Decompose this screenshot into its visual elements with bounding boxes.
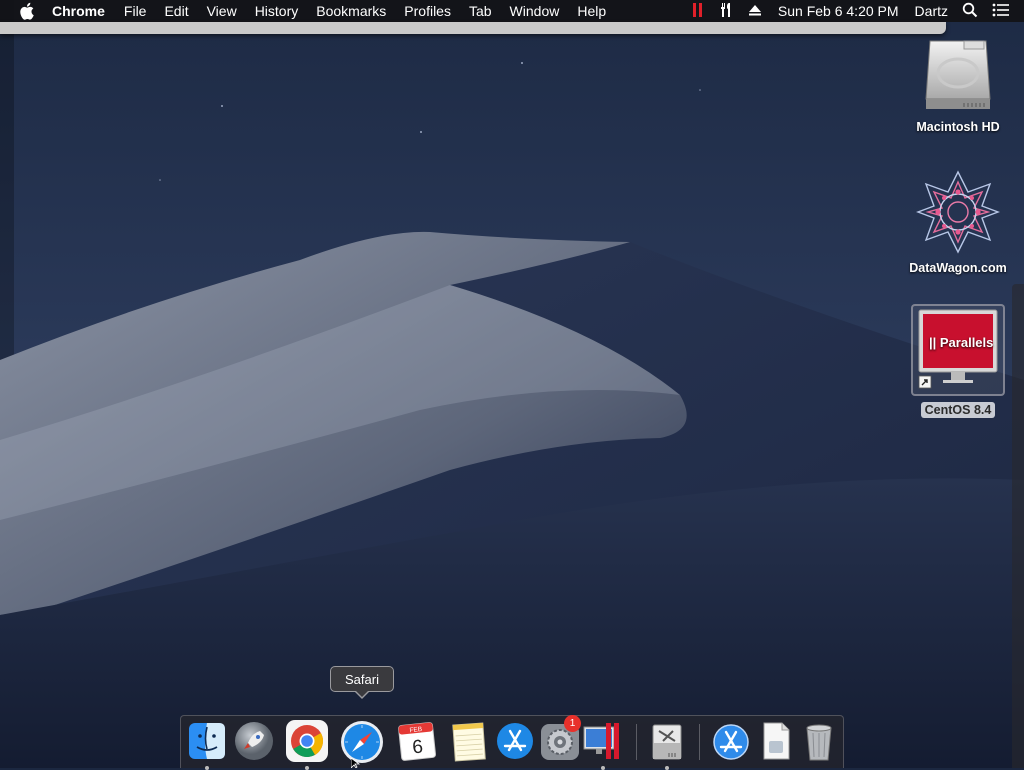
desktop-icon-datawagon[interactable]: DataWagon.com [903,170,1013,275]
alias-arrow-icon [918,375,932,389]
dock-item-finder[interactable] [185,719,229,770]
menu-file[interactable]: File [124,3,147,19]
menu-edit[interactable]: Edit [164,3,188,19]
desktop-icon-label: DataWagon.com [909,261,1007,275]
chrome-icon [286,720,328,762]
menu-view[interactable]: View [207,3,237,19]
running-indicator [665,766,669,770]
eject-icon[interactable] [748,3,762,20]
calendar-month: FEB [409,726,422,734]
menu-window[interactable]: Window [510,3,560,19]
menu-extras: Sun Feb 6 4:20 PM Dartz [678,0,1024,22]
parallels-vm-icon: || Parallels [918,309,998,389]
finder-icon [189,723,225,759]
launchpad-icon [235,722,273,760]
running-indicator [601,766,605,770]
dock-item-launchpad[interactable] [232,719,276,763]
menu-bar: Chrome File Edit View History Bookmarks … [0,0,1024,22]
desktop-wallpaper [0,0,1024,768]
active-app-name[interactable]: Chrome [52,3,105,19]
user-name[interactable]: Dartz [915,3,948,19]
tools-icon[interactable] [718,2,734,21]
apple-menu-icon[interactable] [20,0,38,22]
notes-icon [452,722,486,762]
dock-item-system-preferences[interactable]: 1 [538,715,582,763]
dock-item-document[interactable] [754,719,798,763]
dock-separator [636,724,637,760]
menu-bookmarks[interactable]: Bookmarks [316,3,386,19]
chrome-window-edge[interactable] [0,22,946,34]
dock-item-app-store[interactable] [493,719,537,763]
right-edge-panel [1012,284,1024,768]
tooltip-tail-inner [355,690,369,697]
dock-item-notes[interactable] [447,719,491,763]
calendar-day: 6 [411,736,424,758]
parallels-logo-text: || Parallels [929,335,993,350]
dock-item-safari[interactable] [339,719,383,763]
parallels-icon[interactable] [692,2,704,21]
document-icon [763,722,790,760]
menu-profiles[interactable]: Profiles [404,3,451,19]
search-icon[interactable] [962,2,978,21]
dock-item-trash[interactable] [797,719,841,763]
hard-drive-icon [925,40,991,109]
tooltip-text: Safari [345,671,379,687]
applications-folder-icon [713,724,749,760]
calendar-icon: FEB 6 [398,722,436,761]
menu-tab[interactable]: Tab [469,3,492,19]
parallels-desktop-icon [583,723,619,759]
notification-list-icon[interactable] [992,3,1010,20]
dock-item-disk-utility[interactable] [645,719,689,770]
running-indicator [205,766,209,770]
desktop-icon-macintosh-hd[interactable]: Macintosh HD [903,33,1013,134]
menubar-clock[interactable]: Sun Feb 6 4:20 PM [778,3,899,19]
desktop-icon-centos[interactable]: || Parallels CentOS 8.4 [903,304,1013,418]
star-pattern-icon [916,170,1000,254]
desktop-icon-label: Macintosh HD [916,120,1000,134]
dock-tooltip: Safari [330,666,394,692]
dock-separator [699,724,700,760]
dock-item-calendar[interactable]: FEB 6 [395,719,439,763]
notification-badge: 1 [564,715,581,732]
safari-icon [341,721,383,763]
trash-icon [806,724,832,761]
desktop-icon-label: CentOS 8.4 [920,402,996,418]
dock: FEB 6 1 [180,715,844,770]
app-store-icon [497,723,533,759]
dock-item-applications[interactable] [709,719,753,763]
disk-utility-icon [652,724,682,760]
mouse-cursor-icon [351,758,361,768]
dock-item-chrome[interactable] [285,719,329,770]
running-indicator [305,766,309,770]
selection-highlight: || Parallels [911,304,1005,396]
dock-item-parallels-desktop[interactable] [581,719,625,770]
menu-history[interactable]: History [255,3,299,19]
menu-help[interactable]: Help [577,3,606,19]
